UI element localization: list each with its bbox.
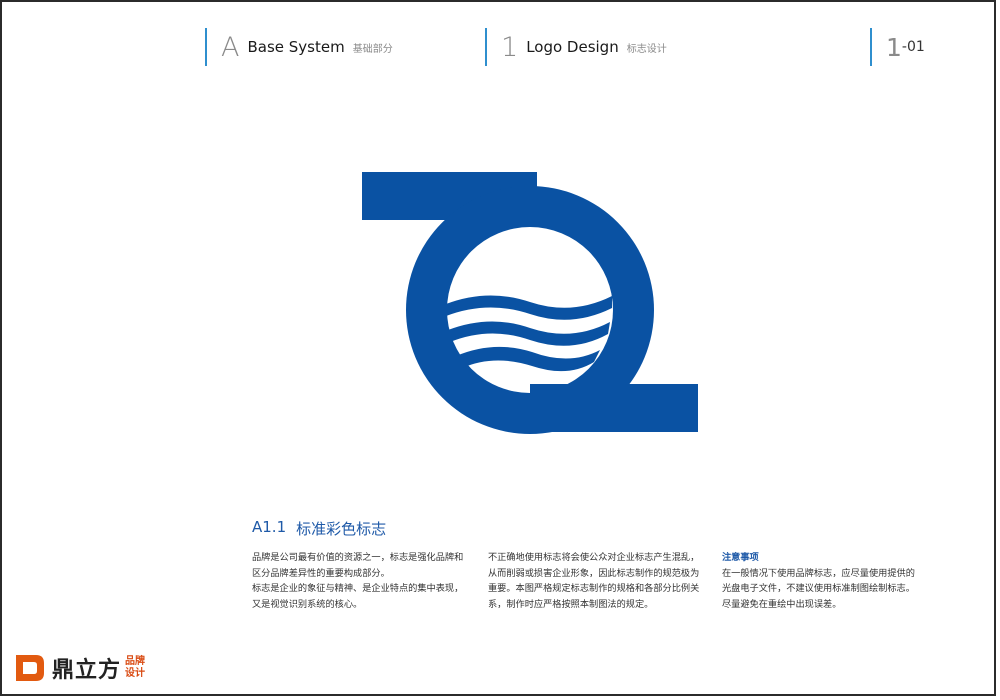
section-title: Base System xyxy=(247,38,345,56)
page-number-major: 1 xyxy=(886,32,902,62)
brand-sub-line: 品牌 xyxy=(125,656,146,667)
paragraph-line: 区分品牌差异性的重要构成部分。 xyxy=(252,567,390,579)
page-number-minor: -01 xyxy=(901,39,925,55)
paragraph-line: 标志是企业的象征与精神、是企业特点的集中表现， xyxy=(252,583,464,594)
section-number: A1.1 xyxy=(252,518,287,536)
chapter-subtitle: 标志设计 xyxy=(626,43,667,55)
chapter-title: Logo Design xyxy=(526,38,619,56)
section-subtitle: 基础部分 xyxy=(352,43,393,55)
chapter-number: 1 xyxy=(501,31,519,63)
divider xyxy=(485,28,487,66)
paragraph-line: 从而削弱或损害企业形象，因此标志制作的规范极为 xyxy=(488,567,700,579)
brand-sub-line: 设计 xyxy=(125,668,146,679)
header-page-number: 1 -01 xyxy=(870,28,925,66)
paragraph-line: 尽量避免在重绘中出现误差。 xyxy=(722,598,842,610)
standard-color-logo xyxy=(362,172,700,438)
section-heading: A1.1 标准彩色标志 xyxy=(252,518,386,539)
brand-watermark: 鼎立方 品牌 设计 xyxy=(14,652,145,684)
wave-circle-logo-icon xyxy=(362,172,698,434)
header-section: A Base System 基础部分 xyxy=(205,28,393,66)
notes-title: 注意事项 xyxy=(722,552,759,563)
d-square-logo-icon xyxy=(16,655,44,681)
paragraph-line: 在一般情况下使用品牌标志，应尽量使用提供的 xyxy=(722,567,915,579)
paragraph-line: 重要。本图严格规定标志制作的规格和各部分比例关 xyxy=(488,583,700,594)
brand-name: 鼎立方 xyxy=(52,658,122,683)
paragraph-line: 品牌是公司最有价值的资源之一，标志是强化品牌和 xyxy=(252,552,464,563)
paragraph-line: 不正确地使用标志将会使公众对企业标志产生混乱， xyxy=(488,552,700,563)
divider xyxy=(870,28,872,66)
brand-subtitle: 品牌 设计 xyxy=(125,656,145,680)
divider xyxy=(205,28,207,66)
section-title: 标准彩色标志 xyxy=(296,520,387,538)
description-column-1: 品牌是公司最有价值的资源之一，标志是强化品牌和 区分品牌差异性的重要构成部分。 … xyxy=(252,550,472,612)
header-chapter: 1 Logo Design 标志设计 xyxy=(485,28,667,66)
section-letter: A xyxy=(221,31,240,63)
description-column-2: 不正确地使用标志将会使公众对企业标志产生混乱， 从而削弱或损害企业形象，因此标志… xyxy=(488,550,708,612)
paragraph-line: 光盘电子文件，不建议使用标准制图绘制标志。 xyxy=(722,583,915,594)
notes-column: 注意事项 在一般情况下使用品牌标志，应尽量使用提供的 光盘电子文件，不建议使用标… xyxy=(722,550,942,612)
paragraph-line: 又是视觉识别系统的核心。 xyxy=(252,598,363,610)
paragraph-line: 系，制作时应严格按照本制图法的规定。 xyxy=(488,598,654,610)
